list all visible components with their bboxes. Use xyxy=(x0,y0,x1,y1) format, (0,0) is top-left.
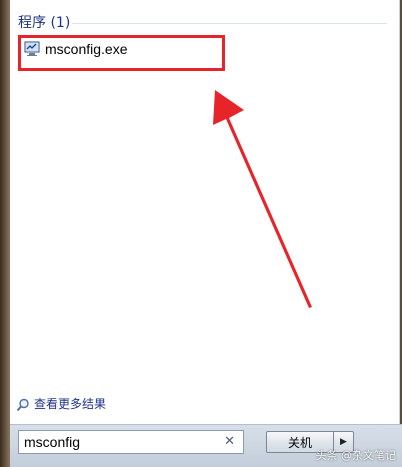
shutdown-options-button[interactable]: ▶ xyxy=(334,431,354,453)
start-menu-results-pane: 程序 (1) msconfig.exe 查看更多结果 xyxy=(10,0,400,424)
see-more-label: 查看更多结果 xyxy=(34,397,107,411)
desktop-edge xyxy=(0,0,10,467)
programs-section-header: 程序 (1) xyxy=(18,15,71,31)
search-box[interactable]: ✕ xyxy=(18,430,244,454)
search-input[interactable] xyxy=(24,434,204,450)
result-item-label: msconfig.exe xyxy=(45,41,128,57)
see-more-results-link[interactable]: 查看更多结果 xyxy=(16,395,106,412)
shutdown-group: 关机 ▶ xyxy=(266,431,354,453)
close-icon[interactable]: ✕ xyxy=(224,434,235,450)
section-divider xyxy=(72,23,387,24)
shutdown-button[interactable]: 关机 xyxy=(266,431,334,453)
chevron-right-icon: ▶ xyxy=(340,437,347,447)
result-item-msconfig[interactable]: msconfig.exe xyxy=(24,37,127,61)
search-icon xyxy=(16,397,30,411)
start-menu-bottom-bar: ✕ 关机 ▶ xyxy=(10,424,402,467)
msconfig-app-icon xyxy=(24,41,40,57)
